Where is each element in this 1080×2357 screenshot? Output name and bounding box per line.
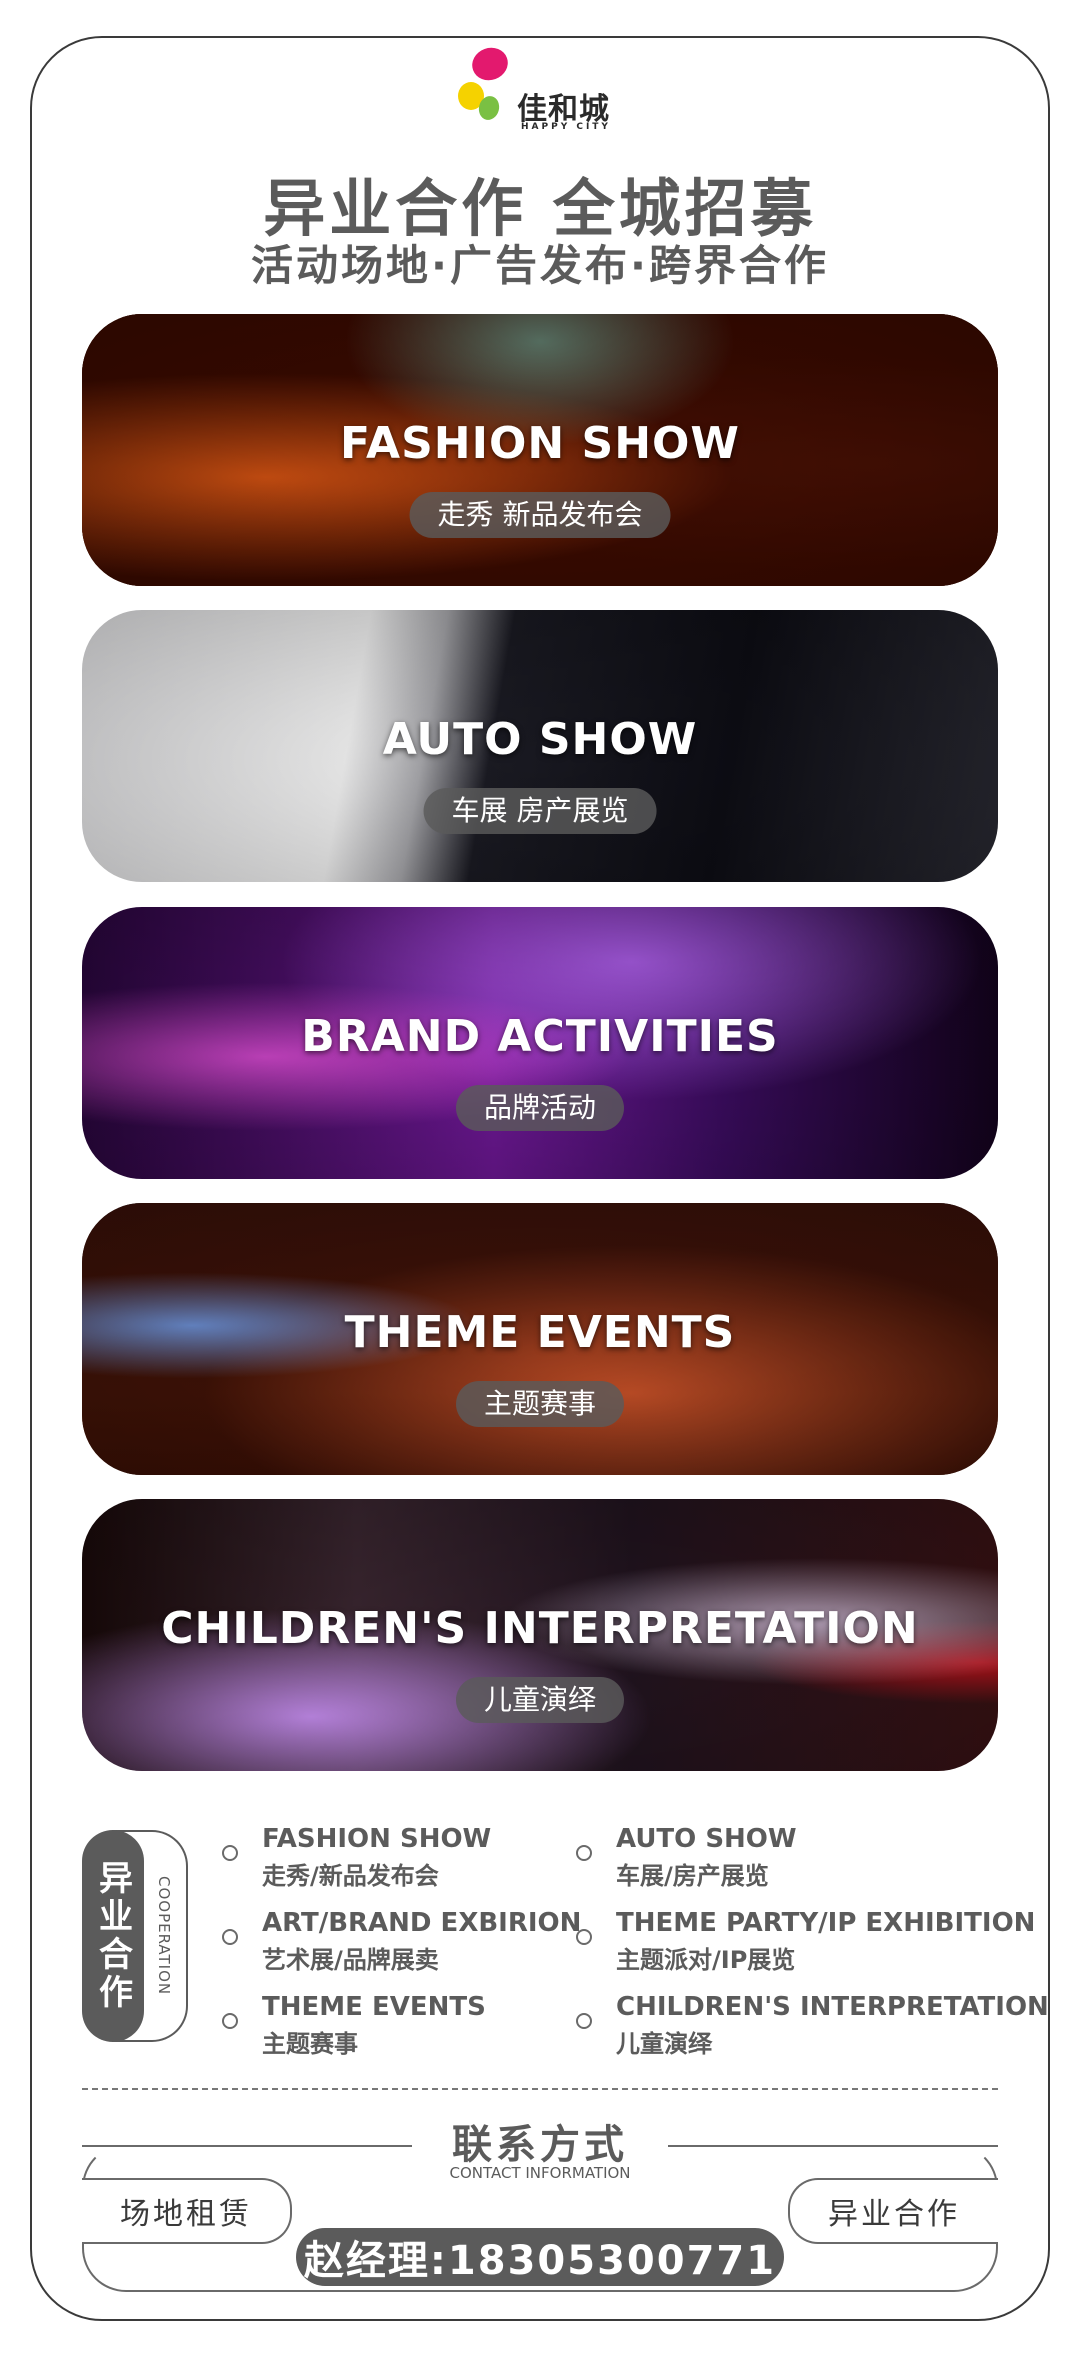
- cooperation-item-zh: 艺术展/品牌展卖: [262, 1946, 439, 1974]
- cooperation-label-zh: 异业合作: [82, 1830, 144, 2042]
- bullet-circle-icon: [576, 2013, 592, 2029]
- bullet-circle-icon: [576, 1845, 592, 1861]
- cooperation-item-en: THEME EVENTS: [262, 1992, 486, 2022]
- card-subtitle-pill: 儿童演绎: [455, 1677, 625, 1723]
- bullet-circle-icon: [222, 1845, 238, 1861]
- card-subtitle-pill: 车展 房产展览: [423, 788, 657, 834]
- card-subtitle-pill: 主题赛事: [455, 1381, 625, 1427]
- cooperation-label: 异业合作 COOPERATION: [82, 1830, 188, 2042]
- bullet-circle-icon: [222, 1929, 238, 1945]
- card-subtitle-pill: 品牌活动: [455, 1085, 625, 1131]
- cooperation-item-zh: 走秀/新品发布会: [262, 1862, 439, 1890]
- card-subtitle-pill: 走秀 新品发布会: [409, 492, 671, 538]
- cooperation-item-en: FASHION SHOW: [262, 1824, 492, 1854]
- card-auto-show: AUTO SHOW 车展 房产展览: [82, 610, 998, 882]
- card-brand-activities: BRAND ACTIVITIES 品牌活动: [82, 907, 998, 1179]
- cooperation-item-zh: 车展/房产展览: [616, 1862, 769, 1890]
- cooperation-item-en: THEME PARTY/IP EXHIBITION: [616, 1908, 1036, 1938]
- dashed-divider: [82, 2088, 998, 2090]
- venue-rental-tag: 场地租赁: [82, 2178, 292, 2244]
- card-title: BRAND ACTIVITIES: [301, 1011, 779, 1062]
- bullet-circle-icon: [576, 1929, 592, 1945]
- cooperation-tag: 异业合作: [788, 2178, 998, 2244]
- cooperation-item-zh: 儿童演绎: [616, 2030, 712, 2058]
- cooperation-item-zh: 主题赛事: [262, 2030, 358, 2058]
- card-title: AUTO SHOW: [382, 714, 698, 765]
- card-childrens-interpretation: CHILDREN'S INTERPRETATION 儿童演绎: [82, 1499, 998, 1771]
- brand-subtitle: HAPPY CITY: [521, 122, 611, 132]
- card-title: THEME EVENTS: [344, 1307, 736, 1358]
- cooperation-item-en: ART/BRAND EXBIRION: [262, 1908, 582, 1938]
- bullet-circle-icon: [222, 2013, 238, 2029]
- card-theme-events: THEME EVENTS 主题赛事: [82, 1203, 998, 1475]
- flower-logo-icon: [458, 47, 508, 120]
- contact-title: 联系方式: [452, 2122, 628, 2168]
- brand-logo: 佳和城 HAPPY CITY: [455, 40, 635, 140]
- contact-phone[interactable]: 赵经理:18305300771: [296, 2228, 784, 2286]
- sub-headline: 活动场地·广告发布·跨界合作: [251, 241, 829, 290]
- cooperation-item-zh: 主题派对/IP展览: [616, 1946, 796, 1974]
- cooperation-label-en: COOPERATION: [155, 1876, 173, 1996]
- cooperation-item-en: AUTO SHOW: [616, 1824, 797, 1854]
- cooperation-item-en: CHILDREN'S INTERPRETATION: [616, 1992, 1049, 2022]
- card-title: FASHION SHOW: [340, 418, 740, 469]
- card-title: CHILDREN'S INTERPRETATION: [161, 1603, 919, 1654]
- card-fashion-show: FASHION SHOW 走秀 新品发布会: [82, 314, 998, 586]
